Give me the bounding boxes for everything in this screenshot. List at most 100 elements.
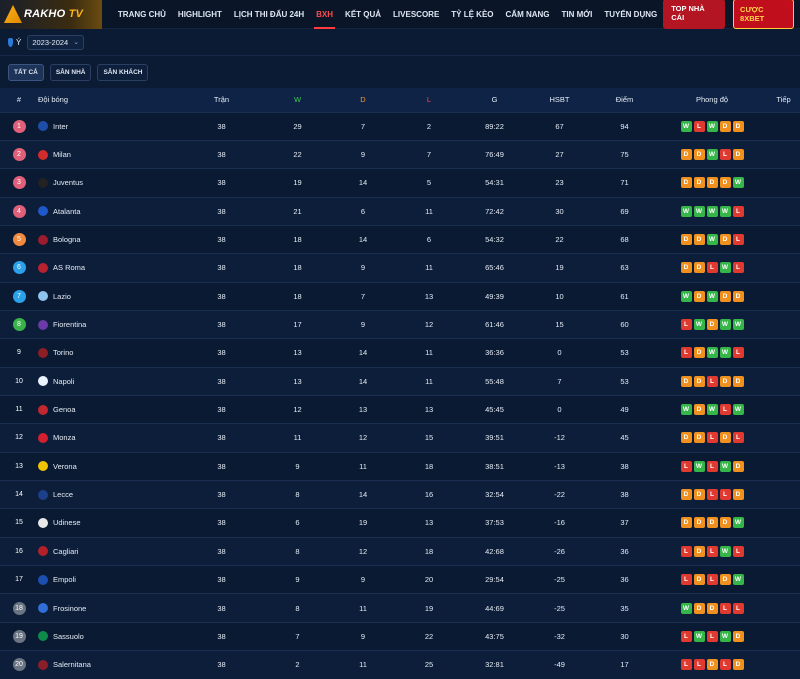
form-result: D (680, 375, 692, 387)
table-row[interactable]: 12 Monza 38 11 12 15 39:51 -12 45 D D L D L (0, 423, 800, 453)
form-result: D (706, 319, 718, 331)
team-name[interactable]: Cagliari (53, 547, 78, 556)
table-row[interactable]: 2 Milan 38 22 9 7 76:49 27 75 D D W L D (0, 140, 800, 169)
wins: 21 (293, 206, 302, 216)
played: 38 (217, 461, 226, 471)
goal-diff: 27 (555, 150, 564, 160)
form-result: D (732, 290, 744, 302)
played: 38 (217, 405, 226, 415)
team-name[interactable]: Lecce (53, 490, 73, 499)
site-logo[interactable]: RAKHO TV (0, 0, 102, 29)
table-row[interactable]: 18 Frosinone 38 8 11 19 44:69 -25 35 W D D L L (0, 593, 800, 623)
team-name[interactable]: Frosinone (53, 604, 86, 613)
form-result: L (732, 432, 744, 444)
col-played: Trận (213, 95, 230, 105)
team-name[interactable]: Inter (53, 122, 68, 131)
team-name[interactable]: Lazio (53, 292, 71, 301)
team-name[interactable]: Atalanta (53, 207, 81, 216)
goals: 37:53 (485, 518, 504, 528)
nav-item-2[interactable]: LỊCH THI ĐẤU 24H (228, 0, 310, 29)
wins: 2 (295, 660, 300, 670)
table-row[interactable]: 9 Torino 38 13 14 11 36:36 0 53 L D W W L (0, 338, 800, 368)
team-name[interactable]: Salernitana (53, 660, 91, 669)
tab-2[interactable]: SÂN KHÁCH (97, 63, 149, 81)
form-result: D (719, 517, 731, 529)
league-selector[interactable]: Ý (8, 37, 22, 47)
nav-item-9[interactable]: TUYỂN DỤNG (598, 0, 663, 29)
bet-8xbet-button[interactable]: CƯỢC 8XBET (733, 0, 794, 29)
table-row[interactable]: 16 Cagliari 38 8 12 18 42:68 -26 36 L D L W L (0, 537, 800, 566)
form-result: D (693, 545, 705, 557)
nav-item-0[interactable]: TRANG CHỦ (112, 0, 172, 29)
goal-diff: 15 (555, 320, 564, 330)
table-row[interactable]: 19 Sassuolo 38 7 9 22 43:75 -32 30 L W L W D (0, 622, 800, 651)
form-result: D (732, 120, 744, 132)
nav-item-6[interactable]: TỶ LỆ KÈO (445, 0, 499, 29)
form-result: L (732, 347, 744, 359)
table-row[interactable]: 7 Lazio 38 18 7 13 49:39 10 61 W D W D D (0, 282, 800, 311)
goals: 65:46 (485, 263, 504, 273)
nav-item-8[interactable]: TIN MỚI (556, 0, 599, 29)
nav-item-5[interactable]: LIVESCORE (387, 0, 445, 29)
rank-badge: 6 (12, 261, 26, 275)
rank-badge: 5 (12, 233, 26, 247)
league-name: Ý (16, 37, 22, 47)
team-name[interactable]: AS Roma (53, 263, 85, 272)
points: 37 (620, 518, 629, 528)
form-result: W (680, 404, 692, 416)
table-row[interactable]: 5 Bologna 38 18 14 6 54:32 22 68 D D W D L (0, 225, 800, 254)
points: 94 (620, 121, 629, 131)
team-name[interactable]: Genoa (53, 405, 76, 414)
team-name[interactable]: Napoli (53, 377, 74, 386)
table-row[interactable]: 20 Salernitana 38 2 11 25 32:81 -49 17 L L D L D (0, 650, 800, 679)
form-result: W (680, 290, 692, 302)
season-select[interactable]: 2023-2024 ⌄ (27, 34, 85, 50)
team-name[interactable]: Juventus (53, 178, 83, 187)
team-name[interactable]: Empoli (53, 575, 76, 584)
form-result: L (706, 460, 718, 472)
table-row[interactable]: 6 AS Roma 38 18 9 11 65:46 19 63 D D L W L (0, 253, 800, 283)
form-result: L (706, 630, 718, 642)
table-row[interactable]: 8 Fiorentina 38 17 9 12 61:46 15 60 L W D W W (0, 310, 800, 339)
form-result: W (693, 319, 705, 331)
team-name[interactable]: Fiorentina (53, 320, 86, 329)
form-strip: WDWLW (657, 404, 767, 416)
team-name[interactable]: Udinese (53, 518, 81, 527)
table-row[interactable]: 4 Atalanta 38 21 6 11 72:42 30 69 W W W W L (0, 197, 800, 226)
nav-item-7[interactable]: CẨM NANG (500, 0, 556, 29)
table-row[interactable]: 15 Udinese 38 6 19 13 37:53 -16 37 D D D D W (0, 508, 800, 538)
form-result: D (719, 432, 731, 444)
goals: 36:36 (485, 348, 504, 358)
table-row[interactable]: 11 Genoa 38 12 13 13 45:45 0 49 W D W L W (0, 395, 800, 424)
nav-item-3[interactable]: BXH (310, 0, 339, 29)
form-strip: LDLWL (657, 545, 767, 557)
table-row[interactable]: 10 Napoli 38 13 14 11 55:48 7 53 D D L D D (0, 367, 800, 396)
form-result: D (693, 602, 705, 614)
top-bookmakers-button[interactable]: TOP NHÀ CÁI (663, 0, 726, 29)
form-result: L (732, 205, 744, 217)
table-row[interactable]: 13 Verona 38 9 11 18 38:51 -13 38 L W L W D (0, 452, 800, 481)
losses: 18 (424, 461, 434, 471)
table-row[interactable]: 17 Empoli 38 9 9 20 29:54 -25 36 L D L D W (0, 565, 800, 594)
team-name[interactable]: Bologna (53, 235, 81, 244)
table-row[interactable]: 3 Juventus 38 19 14 5 54:31 23 71 D D D D W (0, 168, 800, 198)
goals: 54:32 (485, 235, 504, 245)
table-row[interactable]: 1 Inter 38 29 7 2 89:22 67 94 W L W D D (0, 112, 800, 141)
form-result: L (680, 347, 692, 359)
losses: 20 (424, 575, 434, 585)
nav-item-4[interactable]: KẾT QUẢ (339, 0, 387, 29)
team-name[interactable]: Sassuolo (53, 632, 84, 641)
nav-item-1[interactable]: HIGHLIGHT (172, 0, 228, 29)
team-name[interactable]: Torino (53, 348, 73, 357)
team-name[interactable]: Monza (53, 433, 76, 442)
wins: 11 (293, 433, 302, 443)
points: 63 (620, 263, 629, 273)
form-result: D (680, 489, 692, 501)
tab-0[interactable]: TẤT CẢ (8, 63, 44, 81)
team-name[interactable]: Milan (53, 150, 71, 159)
team-name[interactable]: Verona (53, 462, 77, 471)
tab-1[interactable]: SÂN NHÀ (49, 63, 92, 81)
rank-badge: 11 (15, 406, 23, 414)
form-strip: DDLDL (657, 432, 767, 444)
table-row[interactable]: 14 Lecce 38 8 14 16 32:54 -22 38 D D L L D (0, 480, 800, 509)
